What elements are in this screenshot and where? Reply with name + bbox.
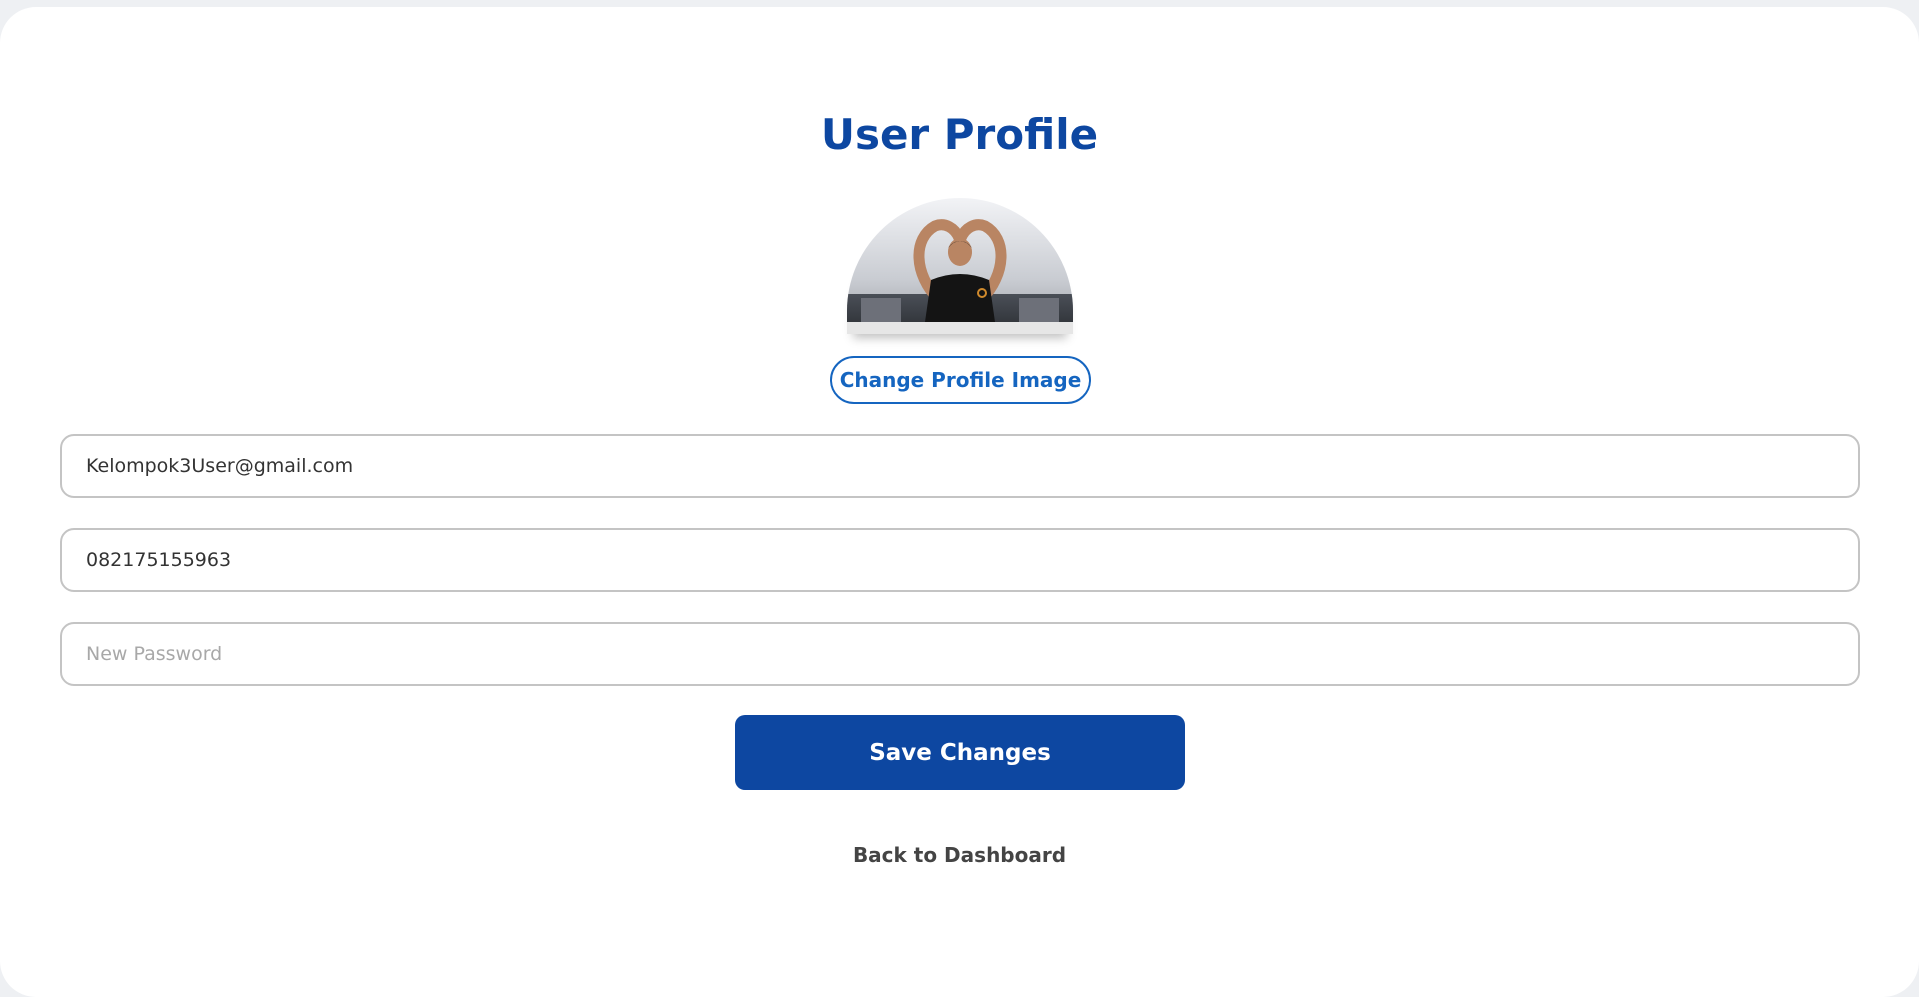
- profile-avatar: [847, 198, 1073, 334]
- phone-field[interactable]: [60, 528, 1860, 592]
- back-to-dashboard-link[interactable]: Back to Dashboard: [0, 843, 1919, 867]
- change-profile-image-button[interactable]: Change Profile Image: [830, 356, 1091, 404]
- email-field[interactable]: [60, 434, 1860, 498]
- page-title: User Profile: [820, 110, 1099, 159]
- profile-photo: [847, 198, 1073, 334]
- new-password-field[interactable]: [60, 622, 1860, 686]
- save-changes-button[interactable]: Save Changes: [735, 715, 1185, 790]
- profile-card: User Profile Change Profile Image Kelomp…: [0, 7, 1919, 997]
